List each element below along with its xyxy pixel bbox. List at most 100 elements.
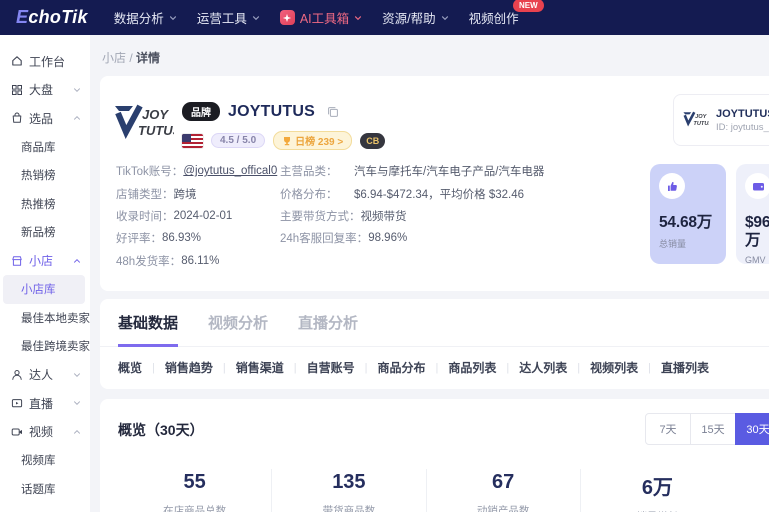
brand-badge: 品牌 — [182, 102, 220, 121]
sidebar-item-workbench[interactable]: 工作台 — [0, 47, 90, 76]
field-label: 价格分布： — [280, 188, 338, 201]
subnav-live-list[interactable]: 直播列表 — [661, 359, 709, 376]
svg-text:TUTUS: TUTUS — [138, 123, 174, 138]
sidebar-item-creators[interactable]: 达人 — [0, 361, 90, 390]
sidebar-item-hot-promo-rank[interactable]: 热推榜 — [3, 190, 85, 219]
tiktok-account-link[interactable]: @joytutus_offical0 — [183, 165, 277, 177]
nav-resources-help[interactable]: 资源/帮助 — [382, 8, 448, 27]
subnav-sales-trend[interactable]: 销售趋势 — [165, 359, 213, 376]
subnav-overview[interactable]: 概览 — [118, 359, 142, 376]
cb-badge: CB — [360, 132, 386, 149]
mini-card-store-name: JOYTUTUS — [716, 107, 769, 120]
sub-navigation: 概览 | 销售趋势 | 销售渠道 | 自营账号 | 商品分布 | 商品列表 | 达人列表 | … — [100, 347, 769, 389]
chevron-up-icon — [74, 429, 80, 434]
stat-value: 6万 — [641, 477, 673, 499]
nav-video-creation[interactable]: 视频创作 NEW — [469, 0, 544, 27]
sidebar-label: 达人 — [29, 368, 54, 383]
nav-data-analysis[interactable]: 数据分析 — [114, 8, 177, 27]
sidebar-item-shop[interactable]: 小店 — [0, 247, 90, 276]
field-value: 86.93% — [162, 232, 202, 245]
breadcrumb-detail: 详情 — [136, 51, 161, 65]
store-name: JOYTUTUS — [228, 102, 315, 120]
sidebar-item-product-selection[interactable]: 选品 — [0, 104, 90, 133]
subnav-product-list[interactable]: 商品列表 — [448, 359, 496, 376]
divider: | — [577, 361, 581, 374]
nav-ai-toolbox[interactable]: AI工具箱 — [279, 8, 362, 27]
shop-icon — [12, 256, 22, 266]
svg-text:JOY: JOY — [695, 114, 708, 120]
sidebar-item-live[interactable]: 直播 — [0, 389, 90, 418]
stat-label: 带货商品数 — [322, 505, 376, 512]
sidebar-item-product-library[interactable]: 商品库 — [3, 133, 85, 162]
daily-rank-badge[interactable]: 日榜 239 > — [273, 131, 353, 150]
subnav-sales-channel[interactable]: 销售渠道 — [236, 359, 284, 376]
stat-value: 135 — [332, 471, 366, 493]
gmv-label: GMV — [745, 254, 766, 265]
subnav-video-list[interactable]: 视频列表 — [590, 359, 638, 376]
field-value: 视频带货 — [360, 210, 407, 223]
nav-operation-tools[interactable]: 运营工具 — [197, 8, 260, 27]
gmv-card: $962.万 GMV — [736, 164, 769, 265]
sidebar-item-video[interactable]: 视频 — [0, 418, 90, 447]
field-48h-ship-rate: 48h发货率： 86.11% — [116, 250, 280, 272]
range-15d-button[interactable]: 15天 — [690, 413, 736, 445]
field-tiktok-account: TikTok账号： @joytutus_offical0 — [116, 160, 280, 182]
svg-text:TUTUS: TUTUS — [693, 121, 709, 127]
sidebar-label: 直播 — [29, 396, 54, 411]
breadcrumb: 小店 / 详情 — [102, 49, 769, 66]
stat-label: 动销产品数 — [476, 505, 530, 512]
sidebar-item-topic-library[interactable]: 话题库 — [3, 475, 85, 504]
sidebar-item-best-crossborder-sellers[interactable]: 最佳跨境卖家 — [3, 332, 90, 361]
field-label: 24h客服回复率： — [280, 233, 369, 246]
subnav-creator-list[interactable]: 达人列表 — [519, 359, 567, 376]
echotik-logo[interactable]: EchoTik — [16, 7, 88, 28]
sidebar-label: 工作台 — [29, 54, 66, 69]
sidebar-item-shop-library[interactable]: 小店库 — [3, 275, 85, 304]
chevron-down-icon — [74, 373, 80, 377]
new-badge: NEW — [512, 0, 544, 12]
nav-operation-tools-label: 运营工具 — [196, 12, 247, 26]
live-icon — [11, 399, 23, 408]
subnav-product-distribution[interactable]: 商品分布 — [378, 359, 426, 376]
svg-text:JOY: JOY — [142, 107, 169, 122]
sidebar-label: 小店 — [29, 254, 54, 269]
breadcrumb-shop[interactable]: 小店 — [102, 51, 126, 65]
store-logo-small: JOY TUTUS — [683, 111, 709, 127]
stat-value: 55 — [183, 471, 206, 493]
chevron-down-icon — [252, 15, 259, 20]
nav-data-analysis-label: 数据分析 — [113, 12, 164, 26]
shop-mini-card[interactable]: JOY TUTUS JOYTUTUS ID: joytutus_offi — [673, 94, 769, 146]
field-label: 主营品类： — [280, 166, 338, 179]
stat-sales-growth: 6万 销量增长 — [581, 469, 734, 512]
field-indexed-date: 收录时间： 2024-02-01 — [116, 205, 280, 227]
overview-title: 概览（30天） — [118, 422, 204, 438]
divider: | — [293, 361, 297, 374]
sidebar-item-dashboard[interactable]: 大盘 — [0, 76, 90, 105]
chevron-down-icon — [441, 15, 448, 20]
sidebar-label: 视频 — [29, 425, 54, 440]
divider: | — [152, 361, 155, 374]
nav-resources-help-label: 资源/帮助 — [382, 12, 436, 26]
field-label: 收录时间： — [116, 210, 174, 223]
us-flag-icon — [182, 133, 203, 148]
gmv-value: $962.万 — [745, 214, 769, 249]
stat-active-products: 67 动销产品数 — [427, 469, 581, 512]
stat-value: 67 — [492, 471, 515, 493]
sidebar-item-video-library[interactable]: 视频库 — [3, 446, 85, 475]
video-camera-icon — [11, 428, 22, 436]
tab-video-analysis[interactable]: 视频分析 — [208, 312, 268, 347]
chevron-up-icon — [74, 116, 80, 120]
tab-basic-data[interactable]: 基础数据 — [118, 312, 179, 347]
overview-stats: 55 在店商品总数 135 带货商品数 67 动销产品数 6万 销量增长 — [118, 469, 734, 512]
subnav-own-accounts[interactable]: 自营账号 — [307, 359, 355, 376]
divider: | — [222, 361, 226, 374]
person-icon — [12, 369, 22, 380]
sidebar-item-best-local-sellers[interactable]: 最佳本地卖家 — [3, 304, 90, 333]
tab-live-analysis[interactable]: 直播分析 — [298, 312, 358, 347]
range-30d-button[interactable]: 30天 — [735, 413, 769, 445]
field-positive-rate: 好评率： 86.93% — [116, 227, 280, 249]
sidebar-item-hot-sale-rank[interactable]: 热销榜 — [3, 161, 85, 190]
copy-icon[interactable] — [327, 106, 339, 118]
range-7d-button[interactable]: 7天 — [645, 413, 691, 445]
sidebar-item-new-product-rank[interactable]: 新品榜 — [3, 218, 85, 247]
